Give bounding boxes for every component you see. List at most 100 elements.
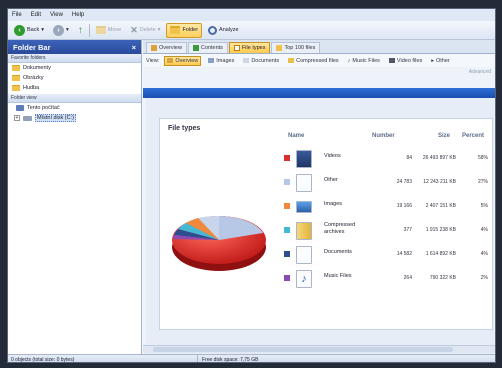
table-row[interactable]: ♪ Music Files 264 790 322 KB 2% <box>284 268 494 290</box>
folder-bar: Folder Bar × Favorite folders Dokumenty … <box>8 40 142 354</box>
view-video-button[interactable]: Video files <box>387 56 424 66</box>
col-size[interactable]: Size <box>438 133 450 139</box>
view-button-label: Documents <box>251 57 280 64</box>
favorite-item-obrazky[interactable]: Obrázky <box>8 73 141 83</box>
view-button-label: Video files <box>396 57 423 64</box>
forward-arrow-icon: › <box>53 24 64 36</box>
table-row[interactable]: Images 19 166 2 407 151 KB 5% <box>284 196 494 218</box>
view-button-label: Compressed files <box>296 57 339 64</box>
advanced-link[interactable]: Advanced <box>469 69 491 75</box>
view-music-button[interactable]: ♪ Music Files <box>346 56 382 66</box>
video-file-icon <box>296 150 312 168</box>
table-row[interactable]: Compressed archives 377 1 915 238 KB 4% <box>284 220 494 242</box>
favorite-item-dokumenty[interactable]: Dokumenty <box>8 63 141 73</box>
row-number: 84 <box>406 155 412 161</box>
disk-icon <box>23 115 32 121</box>
row-size: 790 322 KB <box>429 275 456 281</box>
view-images-button[interactable]: Images <box>206 56 236 66</box>
close-icon[interactable]: × <box>132 43 136 52</box>
table-row[interactable]: Videos 84 26 493 897 KB 58% <box>284 148 494 170</box>
dropdown-arrow-icon: ▾ <box>157 27 161 33</box>
view-button-label: Other <box>435 57 450 64</box>
folder-button[interactable]: Folder <box>166 22 203 38</box>
menu-bar: File Edit View Help <box>8 9 495 21</box>
favorites-header: Favorite folders <box>8 54 141 63</box>
menu-edit[interactable]: Edit <box>31 12 41 18</box>
status-objects: 0 objects (total size: 0 bytes) <box>8 355 198 362</box>
table-row[interactable]: Documents 14 582 1 614 892 KB 4% <box>284 244 494 266</box>
up-button[interactable]: ↑ <box>75 23 86 38</box>
row-size: 1 915 238 KB <box>425 227 456 233</box>
view-button-label: Images <box>216 57 235 64</box>
menu-view[interactable]: View <box>50 12 63 18</box>
scrollbar-thumb[interactable] <box>153 347 453 352</box>
view-other-button[interactable]: ▸ Other <box>429 56 452 66</box>
col-number[interactable]: Number <box>372 133 395 139</box>
document-file-icon <box>296 246 312 264</box>
view-overview-button[interactable]: Overview <box>164 55 202 66</box>
row-name: Music Files <box>324 273 352 279</box>
horizontal-scrollbar[interactable] <box>143 345 495 353</box>
tab-file-types[interactable]: File types <box>228 42 271 53</box>
overview-icon <box>151 45 157 51</box>
archive-icon <box>288 58 295 63</box>
forward-button[interactable]: › ▾ <box>50 23 72 38</box>
panel-title: File types <box>168 125 201 132</box>
magnifier-icon <box>208 25 218 35</box>
favorite-item-hudba[interactable]: Hudba <box>8 83 141 93</box>
menu-help[interactable]: Help <box>72 12 84 18</box>
row-percent: 27% <box>477 179 488 185</box>
legend-swatch <box>284 251 290 257</box>
favorite-label: Obrázky <box>23 75 44 81</box>
row-number: 14 582 <box>396 251 412 257</box>
computer-icon <box>16 105 24 111</box>
back-arrow-icon: ‹ <box>14 24 25 36</box>
folder-view-header: Folder view <box>8 94 141 103</box>
col-percent[interactable]: Percent <box>462 133 484 139</box>
archive-file-icon <box>296 222 312 240</box>
view-compressed-button[interactable]: Compressed files <box>286 56 341 66</box>
view-documents-button[interactable]: Documents <box>241 56 281 66</box>
favorite-label: Hudba <box>23 85 40 91</box>
delete-icon: ✕ <box>130 24 138 35</box>
legend-swatch <box>284 155 290 161</box>
tree-item-computer[interactable]: Tento počítač <box>8 103 141 113</box>
folder-icon <box>12 65 20 71</box>
col-name[interactable]: Name <box>288 133 304 139</box>
row-size: 12 243 211 KB <box>423 179 456 185</box>
up-arrow-icon: ↑ <box>77 24 83 36</box>
analyze-button[interactable]: Analyze <box>205 23 242 38</box>
row-percent: 2% <box>480 275 488 281</box>
expand-icon[interactable]: + <box>14 115 20 121</box>
tab-label: File types <box>241 45 266 51</box>
tree-item-local-disk[interactable]: + Místní disk (C:) <box>8 113 141 123</box>
delete-button[interactable]: ✕ Delete ▾ <box>127 23 163 38</box>
table-row[interactable]: Other 24 783 12 243 211 KB 27% <box>284 172 494 194</box>
tab-top-100[interactable]: Top 100 files <box>271 42 321 53</box>
back-button[interactable]: ‹ Back ▾ <box>11 23 47 38</box>
images-icon <box>208 58 215 63</box>
dropdown-arrow-icon: ▾ <box>66 27 69 33</box>
main-area: Overview Contents File types Top 100 fil… <box>143 40 495 354</box>
favorite-label: Dokumenty <box>23 65 51 71</box>
analyze-label: Analyze <box>219 27 239 33</box>
move-icon <box>95 26 106 34</box>
toolbar: ‹ Back ▾ › ▾ ↑ Move ✕ Delete ▾ Folder An… <box>8 21 495 40</box>
film-icon <box>388 58 395 63</box>
move-label: Move <box>107 27 122 33</box>
folder-label: Folder <box>182 27 199 33</box>
tab-overview[interactable]: Overview <box>146 42 187 53</box>
move-button[interactable]: Move <box>93 23 124 38</box>
menu-file[interactable]: File <box>12 12 22 18</box>
row-name: Compressed archives <box>324 222 356 235</box>
header-strip <box>143 88 495 98</box>
legend-swatch <box>284 203 290 209</box>
top-files-icon <box>276 45 283 51</box>
view-bar: View: Overview Images Documents Compress… <box>143 54 495 67</box>
legend-swatch <box>284 275 290 281</box>
tab-contents[interactable]: Contents <box>187 42 228 53</box>
legend-swatch <box>284 227 290 233</box>
view-button-label: Overview <box>175 57 199 64</box>
file-types-panel: File types Name Number Size Percent Vide… <box>159 118 493 330</box>
status-free-space: Free disk space: 7,75 GB <box>202 356 259 363</box>
